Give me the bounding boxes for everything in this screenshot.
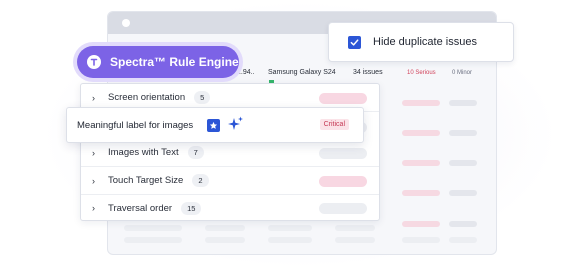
- placeholder-bar: [449, 237, 477, 243]
- placeholder-bar: [205, 237, 245, 243]
- spectra-rule-engine-button[interactable]: Spectra™ Rule Engine: [77, 46, 239, 78]
- count-badge: 5: [194, 91, 211, 104]
- chevron-right-icon[interactable]: ›: [92, 93, 100, 103]
- placeholder-bar: [449, 100, 477, 106]
- star-icon: [207, 118, 221, 132]
- issues-count: 34 issues: [353, 69, 383, 76]
- count-badge: 2: [192, 174, 209, 187]
- rule-card-meaningful-label[interactable]: Meaningful label for images Critical: [66, 107, 364, 143]
- placeholder-bar: [402, 160, 440, 166]
- placeholder-bar: [402, 130, 440, 136]
- chevron-right-icon[interactable]: ›: [92, 148, 100, 158]
- placeholder-bar: [402, 190, 440, 196]
- list-item-label: Screen orientation: [108, 92, 186, 103]
- chevron-right-icon[interactable]: ›: [92, 176, 100, 186]
- list-item[interactable]: › Touch Target Size 2: [81, 167, 379, 195]
- chevron-right-icon[interactable]: ›: [92, 203, 100, 213]
- list-item-label: Traversal order: [108, 202, 173, 214]
- placeholder-bar: [268, 237, 312, 243]
- sparkle-icon: [228, 116, 244, 135]
- hide-duplicates-label: Hide duplicate issues: [373, 36, 477, 48]
- severity-pill: [319, 93, 367, 104]
- rule-list: › Screen orientation 5 › Images with Tex…: [80, 83, 380, 221]
- critical-badge: Critical: [319, 119, 349, 130]
- truncated-cell: ...94...: [237, 69, 255, 76]
- spectra-logo-icon: [87, 55, 101, 69]
- placeholder-bar: [449, 190, 477, 196]
- list-item-label: Images with Text: [108, 147, 179, 158]
- serious-count: 10 Serious: [407, 70, 436, 76]
- rule-card-icons: [207, 116, 244, 135]
- placeholder-bar: [335, 237, 375, 243]
- checkbox-checked-icon[interactable]: [348, 35, 361, 49]
- placeholder-bar: [449, 221, 477, 227]
- placeholder-bar: [124, 237, 182, 243]
- severity-pill: [319, 176, 367, 187]
- placeholder-bar: [402, 221, 440, 227]
- placeholder-bar: [124, 225, 182, 231]
- placeholder-bar: [268, 225, 312, 231]
- placeholder-bar: [449, 130, 477, 136]
- list-item[interactable]: › Traversal order 15: [81, 194, 379, 222]
- count-badge: 15: [181, 201, 202, 215]
- device-name: Samsung Galaxy S24: [268, 69, 336, 76]
- severity-pill: [319, 148, 367, 159]
- placeholder-bar: [402, 100, 440, 106]
- minor-count: 0 Minor: [452, 70, 473, 76]
- spectra-label: Spectra™ Rule Engine: [110, 55, 239, 69]
- placeholder-bar: [402, 237, 440, 243]
- rule-card-label: Meaningful label for images: [77, 119, 194, 131]
- hide-duplicates-toggle[interactable]: Hide duplicate issues: [328, 22, 514, 62]
- placeholder-bar: [449, 160, 477, 166]
- count-badge: 7: [187, 146, 204, 159]
- list-item[interactable]: › Images with Text 7: [81, 139, 379, 167]
- placeholder-bar: [205, 225, 245, 231]
- placeholder-bar: [335, 225, 375, 231]
- severity-pill: [319, 203, 367, 214]
- window-dot: [122, 19, 130, 27]
- list-item-label: Touch Target Size: [108, 175, 184, 186]
